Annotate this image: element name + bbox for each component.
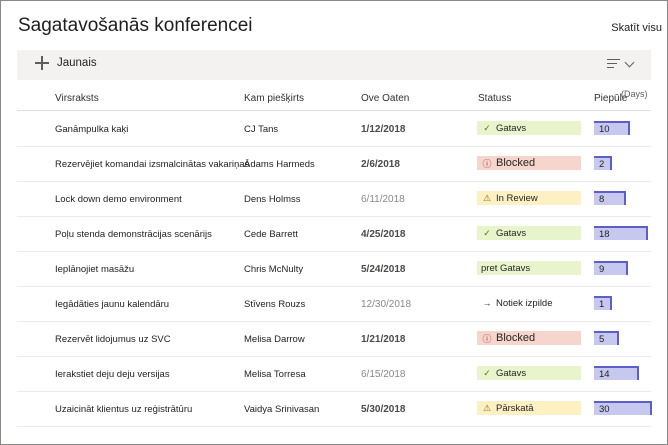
row-title[interactable]: Poļu stenda demonstrācijas scenārijs: [55, 229, 212, 240]
row-assigned-to: Stīvens Rouzs: [244, 299, 306, 310]
row-assigned-to: Dens Holmss: [244, 194, 301, 205]
row-effort-bar: 10: [594, 121, 630, 135]
column-header-due-date[interactable]: Ove Oaten: [361, 93, 409, 104]
view-lines-icon: [607, 59, 620, 69]
plus-icon: [35, 56, 49, 70]
column-header-effort-unit: (Days): [621, 89, 648, 99]
row-title[interactable]: Rezervēt lidojumus uz SVC: [55, 334, 171, 345]
row-effort-bar: 30: [594, 401, 652, 415]
row-status-pill: ⚠ In Review: [477, 191, 581, 205]
command-bar: Jaunais: [17, 50, 651, 80]
row-effort-bar: 1: [594, 296, 612, 310]
row-due-date: 1/21/2018: [361, 334, 406, 345]
row-assigned-to: Vaidya Srinivasan: [244, 404, 320, 415]
blocked-icon: ⓘ: [482, 158, 492, 169]
checkmark-icon: ✓: [483, 227, 491, 238]
row-title[interactable]: Ganāmpulka kaķi: [55, 124, 128, 135]
row-effort-bar: 9: [594, 261, 628, 275]
warning-icon: ⚠: [482, 192, 492, 203]
table-row[interactable]: Poļu stenda demonstrācijas scenārijs Cede…: [17, 217, 651, 252]
row-title[interactable]: Ieplānojiet masāžu: [55, 264, 134, 275]
table-row[interactable]: Rezervējiet komandai izsmalcinātas vakar…: [17, 147, 651, 182]
table-row[interactable]: Iegādāties jaunu kalendāru Stīvens Rouzs 1…: [17, 287, 651, 322]
row-due-date: 2/6/2018: [361, 159, 400, 170]
checkmark-icon: ✓: [483, 122, 491, 133]
row-due-date: 6/11/2018: [361, 194, 405, 205]
row-status-label: Notiek izpilde: [496, 297, 553, 309]
row-due-date: 12/30/2018: [361, 299, 412, 310]
row-effort-bar: 14: [594, 366, 639, 380]
row-status-pill: → Notiek izpilde: [477, 296, 581, 310]
column-headers: Virsraksts Kam piešķirts Ove Oaten Statu…: [17, 85, 651, 111]
row-title[interactable]: Rezervējiet komandai izsmalcinātas vakar…: [55, 159, 249, 170]
row-status-pill: ⓘ Blocked: [477, 331, 581, 345]
table-row[interactable]: Lock down demo environment Dens Holmss 6/1…: [17, 182, 651, 217]
column-header-title[interactable]: Virsraksts: [55, 93, 99, 104]
checkmark-icon: ✓: [483, 367, 491, 378]
row-due-date: 1/12/2018: [361, 124, 406, 135]
column-header-assigned[interactable]: Kam piešķirts: [244, 93, 304, 104]
row-status-pill: ✓ Gatavs: [477, 366, 581, 380]
row-assigned-to: Melisa Torresa: [244, 369, 306, 380]
row-assigned-to: CJ Tans: [244, 124, 279, 135]
row-status-label: Blocked: [496, 332, 536, 344]
row-title[interactable]: Uzaicināt klientus uz reģistrātūru: [55, 404, 192, 415]
row-effort-bar: 8: [594, 191, 626, 205]
row-due-date: 5/30/2018: [361, 404, 406, 415]
row-status-label: In Review: [496, 192, 538, 204]
row-title[interactable]: Lock down demo environment: [55, 194, 182, 205]
table-row[interactable]: Rezervēt lidojumus uz SVC Melisa Darrow 1/…: [17, 322, 651, 357]
row-status-pill: ⚠ Pārskatā: [477, 401, 581, 415]
row-status-label: pret Gatavs: [481, 262, 531, 274]
table-row[interactable]: Ierakstiet deju deju versijas Melisa Torr…: [17, 357, 651, 392]
table-row[interactable]: Ganāmpulka kaķi CJ Tans 1/12/2018 ✓ Gatavs 10: [17, 112, 651, 147]
row-title[interactable]: Ierakstiet deju deju versijas: [55, 369, 170, 380]
blocked-icon: ⓘ: [482, 333, 492, 344]
row-effort-bar: 5: [594, 331, 619, 345]
row-due-date: 6/15/2018: [361, 369, 406, 380]
row-effort-bar: 2: [594, 156, 613, 170]
list-web-part: Sagatavošanās konferencei Skatīt visu Ja…: [0, 0, 668, 445]
row-due-date: 5/24/2018: [361, 264, 406, 275]
table-row[interactable]: Uzaicināt klientus uz reģistrātūru Vaidya…: [17, 392, 652, 427]
row-status-pill: ✓ Gatavs: [477, 121, 581, 135]
list-title: Sagatavošanās konferencei: [18, 15, 253, 36]
arrow-right-icon: →: [482, 298, 492, 308]
new-item-button[interactable]: Jaunais: [35, 56, 97, 70]
see-all-link[interactable]: Skatīt visu: [611, 22, 662, 34]
table-row[interactable]: Ieplānojiet masāžu Chris McNulty 5/24/2018…: [17, 252, 651, 287]
row-assigned-to: Ādams Harmeds: [244, 159, 315, 170]
row-assigned-to: Cede Barrett: [244, 229, 298, 240]
row-status-label: Gatavs: [496, 367, 527, 379]
row-status-label: Blocked: [496, 157, 536, 169]
row-assigned-to: Melisa Darrow: [244, 334, 305, 345]
warning-icon: ⚠: [482, 402, 492, 413]
row-status-pill: ⓘ Blocked: [477, 156, 581, 170]
chevron-down-icon: [624, 57, 635, 67]
row-status-pill: pret Gatavs: [477, 261, 581, 275]
row-title[interactable]: Iegādāties jaunu kalendāru: [55, 299, 169, 310]
row-status-pill: ✓ Gatavs: [477, 226, 581, 240]
row-effort-bar: 18: [594, 226, 648, 240]
new-item-label: Jaunais: [57, 57, 97, 69]
row-assigned-to: Chris McNulty: [244, 264, 304, 275]
row-due-date: 4/25/2018: [361, 229, 406, 240]
view-options-button[interactable]: [607, 57, 635, 69]
row-status-label: Gatavs: [496, 122, 527, 134]
row-status-label: Pārskatā: [496, 402, 534, 414]
row-status-label: Gatavs: [496, 227, 527, 239]
column-header-status[interactable]: Statuss: [478, 93, 511, 104]
